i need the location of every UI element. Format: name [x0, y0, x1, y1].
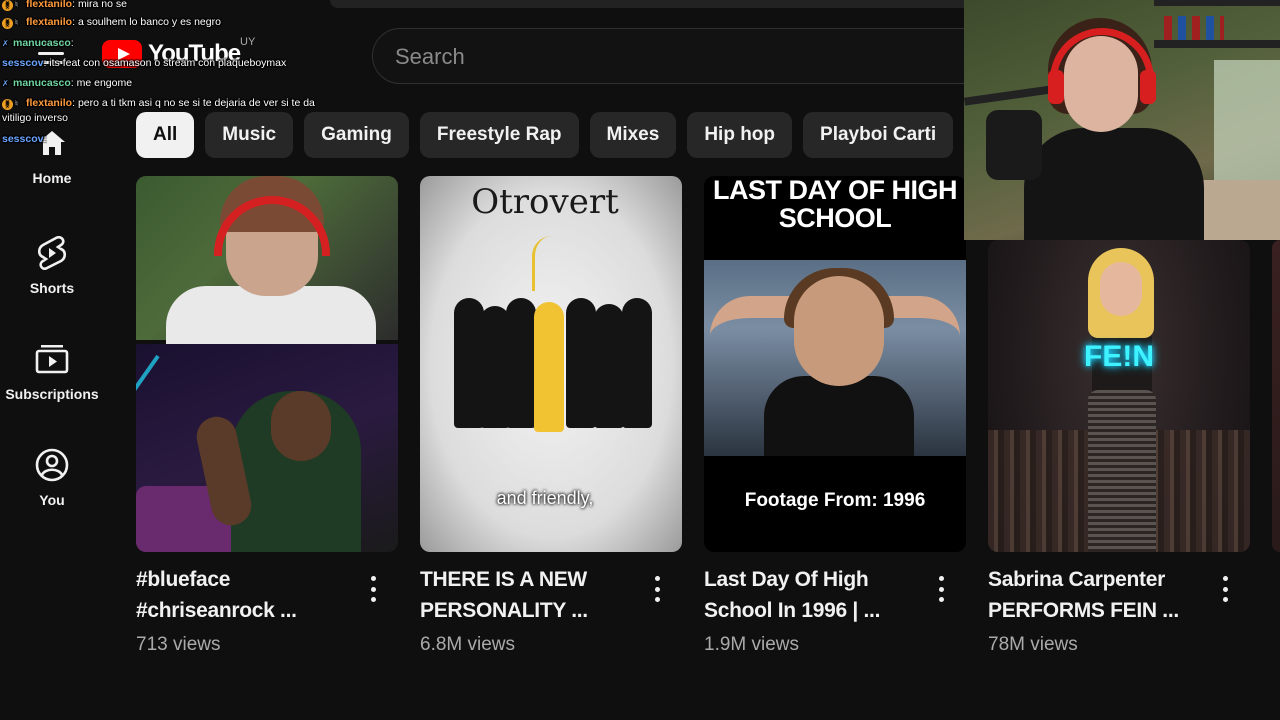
streamer-webcam	[964, 0, 1280, 240]
region-code: UY	[240, 36, 256, 48]
more-options-icon[interactable]	[1220, 576, 1230, 602]
chip-hip-hop[interactable]: Hip hop	[687, 112, 793, 158]
account-icon	[35, 448, 69, 482]
video-card[interactable]: #blueface #chriseanrock ... 713 views	[136, 176, 398, 655]
arrow-graphic	[532, 236, 552, 291]
chat-text: mira no se	[77, 0, 127, 10]
chip-mixes[interactable]: Mixes	[589, 112, 677, 158]
shorts-icon	[35, 236, 69, 270]
sidebar-item-shorts[interactable]: Shorts	[0, 226, 104, 316]
view-count: 1.9M views	[704, 634, 800, 655]
microphone	[986, 110, 1042, 180]
search-input[interactable]	[395, 41, 955, 73]
chat-username: sesscov	[2, 57, 44, 69]
chat-username: flextanilo	[26, 0, 73, 10]
video-thumbnail[interactable]	[136, 176, 398, 552]
chat-text: a soulhem lo banco y es negro	[77, 16, 221, 28]
view-count: 713 views	[136, 634, 221, 655]
video-title[interactable]: Last Day Of High School In 1996 | ...	[704, 564, 919, 626]
sub-badge-icon: ♮	[15, 99, 18, 108]
chat-username: flextanilo	[26, 16, 73, 28]
view-count: 78M views	[988, 634, 1078, 655]
video-title[interactable]: #blueface #chriseanrock ...	[136, 564, 351, 626]
sidebar-item-label: Subscriptions	[5, 386, 99, 402]
more-options-icon[interactable]	[652, 576, 662, 602]
video-card[interactable]: Otrovert and friendly, THERE IS A NEW PE…	[420, 176, 682, 655]
video-title[interactable]: THERE IS A NEW PERSONALITY ...	[420, 564, 635, 626]
view-count: 6.8M views	[420, 634, 516, 655]
sidebar-item-label: You	[39, 492, 65, 508]
sidebar-item-subscriptions[interactable]: Subscriptions	[0, 332, 104, 422]
more-options-icon[interactable]	[936, 576, 946, 602]
video-card[interactable]: LAST DAY OF HIGH SCHOOL Footage From: 19…	[704, 176, 966, 655]
chip-freestyle-rap[interactable]: Freestyle Rap	[419, 112, 579, 158]
chat-username: manucasco	[13, 37, 71, 49]
search-box[interactable]	[372, 28, 992, 84]
sidebar-item-you[interactable]: You	[0, 438, 104, 528]
thumbnail-title: Otrovert	[471, 182, 619, 222]
chat-message: ✗ manucasco:	[2, 33, 74, 53]
video-title[interactable]: Sabrina Carpenter PERFORMS FEIN ...	[988, 564, 1203, 626]
chat-text: its feat con osamason o stream con plaqu…	[49, 57, 287, 69]
subscriptions-icon	[35, 342, 69, 376]
video-thumbnail[interactable]: FE!N	[988, 240, 1250, 552]
mod-badge-icon: ✗	[2, 39, 9, 48]
chat-username: sesscov	[2, 133, 44, 145]
video-thumbnail[interactable]: LAST DAY OF HIGH SCHOOL Footage From: 19…	[704, 176, 966, 552]
chat-text: me engome	[76, 77, 133, 89]
chat-message: sesscov:	[2, 133, 47, 145]
badge-icon: !	[2, 99, 13, 110]
sidebar-item-label: Shorts	[29, 280, 75, 296]
badge-icon: !	[2, 18, 13, 29]
chat-message: ✗ manucasco: me engome	[2, 73, 132, 93]
chat-username: flextanilo	[26, 97, 73, 109]
video-thumbnail[interactable]: Otrovert and friendly,	[420, 176, 682, 552]
mod-badge-icon: ✗	[2, 79, 9, 88]
thumbnail-title: LAST DAY OF HIGH SCHOOL	[712, 176, 958, 233]
thumbnail-caption: Footage From: 1996	[744, 490, 926, 511]
sub-badge-icon: ♮	[15, 0, 18, 9]
chat-username: manucasco	[13, 77, 71, 89]
next-video-thumbnail-edge[interactable]	[1272, 240, 1280, 552]
chat-message: ! ♮ flextanilo: a soulhem lo banco y es ne…	[2, 12, 221, 32]
sub-badge-icon: ♮	[15, 18, 18, 27]
chip-playboi-carti[interactable]: Playboi Carti	[803, 112, 954, 158]
thumbnail-text: FE!N	[1084, 340, 1154, 373]
chat-message: ! ♮ flextanilo: pero a ti tkm asi q no se …	[2, 97, 315, 124]
top-strip	[330, 0, 970, 8]
more-options-icon[interactable]	[368, 576, 378, 602]
sidebar-item-label: Home	[32, 170, 72, 186]
badge-icon: !	[2, 0, 13, 11]
chat-message: sesscov: its feat con osamason o stream …	[2, 57, 287, 69]
thumbnail-caption: and friendly,	[496, 488, 594, 508]
